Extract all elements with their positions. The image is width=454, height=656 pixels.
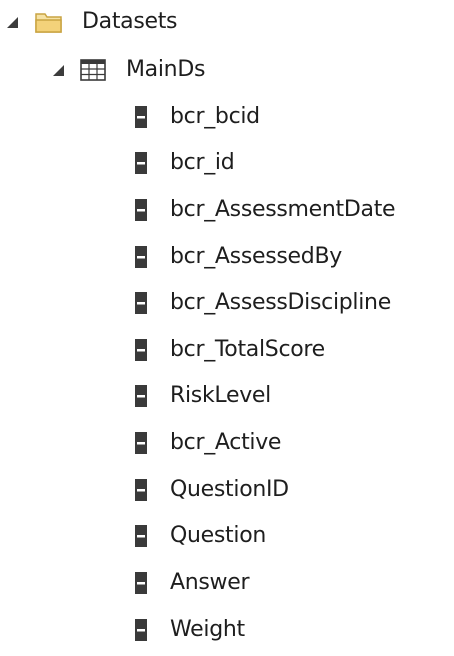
field-label: Answer xyxy=(170,570,250,595)
tree-node-label: MainDs xyxy=(126,57,206,82)
field-icon xyxy=(134,338,148,362)
field-icon xyxy=(134,524,148,548)
field-label: bcr_Active xyxy=(170,430,282,455)
field-icon xyxy=(134,105,148,129)
field-icon xyxy=(134,198,148,222)
field-label: Question xyxy=(170,523,266,548)
field-label: bcr_AssessDiscipline xyxy=(170,290,391,315)
field-icon xyxy=(134,618,148,642)
field-icon xyxy=(134,384,148,408)
field-label: QuestionID xyxy=(170,477,289,502)
table-icon xyxy=(80,59,106,81)
field-label: bcr_AssessedBy xyxy=(170,244,342,269)
field-label: bcr_id xyxy=(170,150,235,175)
tree-node-label: Datasets xyxy=(82,9,178,34)
field-label: bcr_TotalScore xyxy=(170,337,325,362)
field-icon xyxy=(134,291,148,315)
field-icon xyxy=(134,431,148,455)
field-icon xyxy=(134,245,148,269)
dataset-tree: Datasets MainDs bcr_bcid bcr_id bcr_Asse… xyxy=(0,0,454,656)
field-icon xyxy=(134,478,148,502)
field-label: RiskLevel xyxy=(170,383,271,408)
field-icon xyxy=(134,571,148,595)
field-label: bcr_AssessmentDate xyxy=(170,197,396,222)
field-label: bcr_bcid xyxy=(170,104,260,129)
field-label: Weight xyxy=(170,617,245,642)
folder-icon xyxy=(34,9,64,35)
field-icon xyxy=(134,151,148,175)
